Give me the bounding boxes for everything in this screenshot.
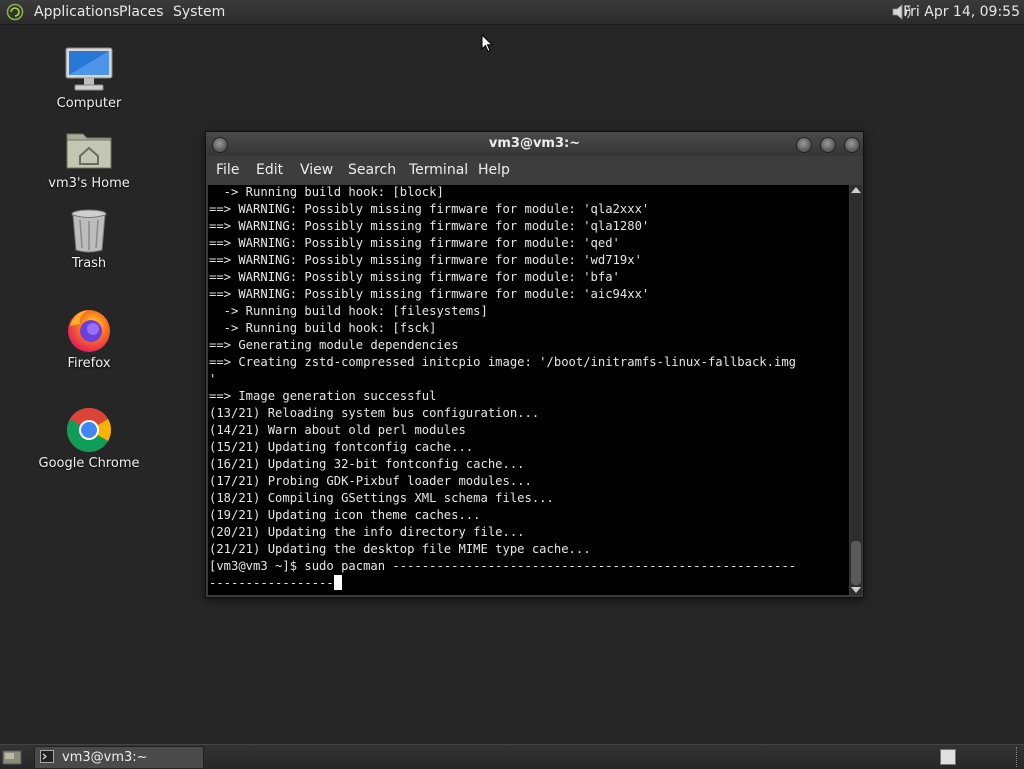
terminal-line: (15/21) Updating fontconfig cache... (209, 440, 474, 454)
firefox-icon (68, 310, 110, 352)
terminal-line: ==> WARNING: Possibly missing firmware f… (209, 236, 620, 250)
desktop-icon-trash[interactable]: Trash (34, 206, 144, 271)
window-menu-button[interactable] (212, 137, 228, 153)
bottom-panel: vm3@vm3:~ (0, 744, 1024, 769)
places-menu[interactable]: Places (119, 3, 164, 21)
terminal-text: -> Running build hook: [block] ==> WARNI… (209, 185, 796, 592)
desktop-icon-home[interactable]: vm3's Home (34, 126, 144, 191)
window-title: vm3@vm3:~ (488, 136, 581, 151)
terminal-output[interactable]: -> Running build hook: [block] ==> WARNI… (208, 185, 849, 595)
menu-file[interactable]: File (216, 162, 239, 178)
panel-handle[interactable] (1016, 747, 1020, 767)
desktop-icon-label: vm3's Home (48, 176, 130, 191)
taskbar-item-terminal[interactable]: vm3@vm3:~ (34, 746, 204, 769)
terminal-line: ==> WARNING: Possibly missing firmware f… (209, 287, 650, 301)
terminal-line: ==> Image generation successful (209, 389, 437, 403)
show-desktop-icon[interactable] (2, 748, 22, 766)
menu-help[interactable]: Help (478, 162, 510, 178)
terminal-line: (19/21) Updating icon theme caches... (209, 508, 481, 522)
terminal-line: ==> Generating module dependencies (209, 338, 459, 352)
terminal-line: (20/21) Updating the info directory file… (209, 525, 525, 539)
desktop-icon-chrome[interactable]: Google Chrome (34, 406, 144, 471)
terminal-line: -> Running build hook: [fsck] (209, 321, 437, 335)
scroll-down-arrow-icon[interactable] (851, 587, 861, 593)
text-cursor (333, 575, 342, 590)
terminal-line: -> Running build hook: [block] (209, 185, 444, 199)
terminal-line: ==> Creating zstd-compressed initcpio im… (209, 355, 796, 369)
desktop-icon-label: Firefox (67, 356, 111, 371)
taskbar-item-label: vm3@vm3:~ (62, 750, 148, 765)
scroll-up-arrow-icon[interactable] (851, 187, 861, 193)
terminal-line: (13/21) Reloading system bus configurati… (209, 406, 540, 420)
terminal-line: (17/21) Probing GDK-Pixbuf loader module… (209, 474, 532, 488)
terminal-line: ----------------- (209, 576, 334, 590)
menu-view[interactable]: View (300, 162, 333, 178)
home-folder-icon (66, 133, 112, 169)
maximize-button[interactable] (820, 137, 836, 153)
trash-icon (71, 209, 107, 253)
terminal-line: ' (209, 372, 217, 386)
terminal-line: ==> WARNING: Possibly missing firmware f… (209, 270, 620, 284)
desktop-icon-label: Computer (56, 96, 122, 111)
terminal-line: [vm3@vm3 ~]$ sudo pacman ---------------… (209, 559, 796, 573)
desktop-icon-label: Trash (71, 256, 107, 271)
desktop-icon-computer[interactable]: Computer (34, 46, 144, 111)
menu-search[interactable]: Search (348, 162, 396, 178)
menu-edit[interactable]: Edit (256, 162, 283, 178)
terminal-window[interactable]: vm3@vm3:~ File Edit View Search Terminal… (205, 131, 864, 598)
terminal-line: (14/21) Warn about old perl modules (209, 423, 466, 437)
chrome-icon (67, 408, 111, 452)
terminal-line: (21/21) Updating the desktop file MIME t… (209, 542, 591, 556)
terminal-scrollbar[interactable] (850, 185, 862, 595)
minimize-button[interactable] (796, 137, 812, 153)
terminal-line: (18/21) Compiling GSettings XML schema f… (209, 491, 554, 505)
desktop-icon-firefox[interactable]: Firefox (34, 306, 144, 371)
system-menu[interactable]: System (173, 3, 225, 21)
distro-logo-icon[interactable] (6, 3, 24, 21)
mouse-pointer-icon (481, 34, 493, 53)
desktop-icon-label: Google Chrome (38, 456, 140, 471)
terminal-line: -> Running build hook: [filesystems] (209, 304, 488, 318)
menu-terminal[interactable]: Terminal (409, 162, 468, 178)
clock[interactable]: Fri Apr 14, 09:55 (903, 3, 1020, 21)
terminal-line: (16/21) Updating 32-bit fontconfig cache… (209, 457, 525, 471)
workspace-switcher[interactable] (940, 749, 956, 765)
terminal-icon (40, 750, 54, 763)
close-button[interactable] (844, 137, 860, 153)
window-titlebar[interactable]: vm3@vm3:~ (206, 132, 863, 156)
terminal-menubar: File Edit View Search Terminal Help (206, 156, 863, 184)
terminal-line: ==> WARNING: Possibly missing firmware f… (209, 253, 642, 267)
terminal-line: ==> WARNING: Possibly missing firmware f… (209, 202, 650, 216)
computer-icon (65, 47, 113, 91)
applications-menu[interactable]: Applications (34, 3, 120, 21)
terminal-line: ==> WARNING: Possibly missing firmware f… (209, 219, 650, 233)
scrollbar-thumb[interactable] (851, 541, 861, 585)
top-panel: Applications Places System Fri Apr 14, 0… (0, 0, 1024, 25)
